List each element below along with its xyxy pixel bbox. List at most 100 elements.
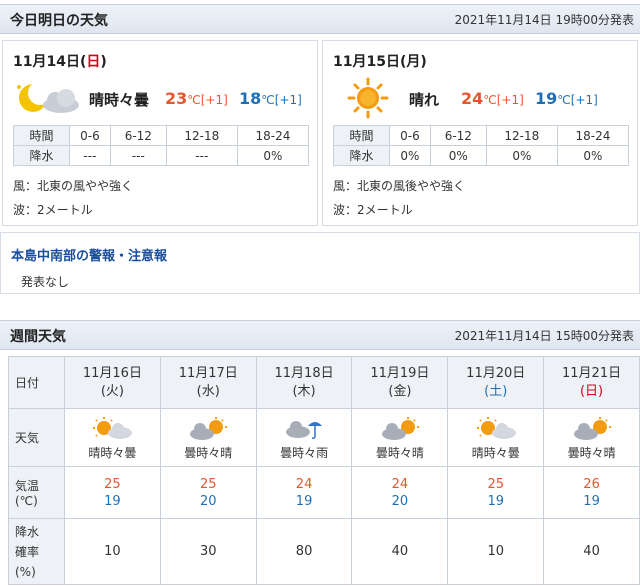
weather-cell: 曇時々晴 [543, 408, 640, 467]
high-temp: 24℃[+1] [461, 89, 524, 108]
day-of-week: (金) [388, 383, 412, 399]
date-row: 日付 11月16日 (火) 11月17日 (水) 11月18日 (木) 11月19日 (… [8, 356, 640, 409]
high-diff: [+1] [496, 93, 524, 107]
weekly-section-header: 週間天気 2021年11月14日 15時00分発表 [0, 320, 640, 350]
rain-probability-table: 時間 0-6 6-12 12-18 18-24 降水 0% 0% 0% 0% [333, 125, 630, 166]
weather-text: 晴時々曇 [88, 446, 137, 460]
low-temp: 19 [487, 493, 504, 509]
temp-unit: ℃ [483, 93, 497, 107]
today-section-header: 今日明日の天気 2021年11月14日 19時00分発表 [0, 4, 640, 34]
rain-value: --- [109, 145, 167, 166]
today-issued-time: 2021年11月14日 19時00分発表 [454, 13, 634, 27]
weather-text: 晴時々曇 [89, 91, 150, 109]
low-diff: [+1] [570, 93, 598, 107]
warning-title-link[interactable]: 本島中南部の警報・注意報 [11, 245, 167, 264]
cloud-sun-icon [190, 417, 228, 440]
rain-value: --- [165, 145, 238, 166]
high-temp: 23℃[+1] [165, 89, 228, 108]
time-slot: 18-24 [236, 125, 310, 146]
day-header: 11月16日 (火) [64, 356, 161, 409]
day-of-week: (木) [292, 383, 316, 399]
weather-text: 曇時々雨 [280, 446, 329, 460]
low-temp: 19 [583, 493, 600, 509]
weather-cell: 晴時々曇 [447, 408, 545, 467]
today-section-title: 今日明日の天気 [10, 13, 108, 29]
day-header: 11月19日 (金) [351, 356, 449, 409]
high-diff: [+1] [200, 93, 228, 107]
weather-text: 晴時々曇 [471, 446, 520, 460]
temp-cell: 25 20 [159, 466, 257, 519]
cloud-sun-icon [381, 417, 419, 440]
sun-cloud-icon [93, 417, 133, 439]
day-of-week: (火) [100, 383, 124, 399]
row-label-rain: 降水 確率 (%) [8, 518, 65, 585]
sun-cloud-icon [476, 417, 516, 439]
day-date: 11月19日 [370, 365, 430, 381]
temp-cell: 24 19 [255, 466, 353, 519]
today-forecast: 11月14日(日) 晴時々曇 23℃[+1] 18℃[+1] 時間 0-6 6-… [0, 40, 640, 226]
time-slot: 12-18 [485, 125, 558, 146]
time-slot: 6-12 [109, 125, 167, 146]
temp-row: 気温 (℃) 25 19 25 20 24 19 24 20 25 19 26 19 [8, 466, 640, 519]
weather-text: 曇時々晴 [567, 446, 616, 460]
day-heading: 11月14日(日) [13, 51, 107, 71]
time-label: 時間 [13, 125, 70, 146]
time-label: 時間 [333, 125, 390, 146]
day-of-week: (水) [196, 383, 220, 399]
rain-label: 降水 [333, 145, 390, 166]
day-of-week: (土) [484, 383, 508, 399]
warning-panel: 本島中南部の警報・注意報 発表なし [0, 232, 640, 294]
rain-cell: 40 [351, 518, 449, 585]
high-value: 24 [461, 89, 484, 108]
temp-cell: 25 19 [447, 466, 545, 519]
low-value: 18 [239, 89, 262, 108]
low-temp: 19 [104, 493, 121, 509]
rain-cell: 40 [543, 518, 640, 585]
weather-row: 天気 晴時々曇 曇時々晴 曇時々雨 曇時々晴 晴時々曇 曇時々晴 [8, 408, 640, 467]
low-diff: [+1] [274, 93, 302, 107]
row-label-date: 日付 [8, 356, 65, 409]
weather-text: 曇時々晴 [184, 446, 233, 460]
temp-cell: 25 19 [64, 466, 161, 519]
day-date: 11月20日 [466, 365, 526, 381]
day-card-today: 11月14日(日) 晴時々曇 23℃[+1] 18℃[+1] 時間 0-6 6-… [2, 40, 318, 226]
row-label-line: (%) [15, 564, 36, 579]
weather-cell: 曇時々晴 [351, 408, 449, 467]
time-slot: 6-12 [429, 125, 487, 146]
rain-cell: 80 [255, 518, 353, 585]
dow-close: ) [100, 54, 107, 70]
rain-value: 0% [236, 145, 310, 166]
dow-close: ) [420, 54, 427, 70]
wave-info: 波：2メートル [13, 203, 93, 217]
rain-label: 降水 [13, 145, 70, 166]
cloud-sun-icon [573, 417, 611, 440]
day-date: 11月14日 [13, 54, 80, 70]
rain-cell: 10 [64, 518, 161, 585]
time-slot: 18-24 [556, 125, 630, 146]
row-label-weather: 天気 [8, 408, 65, 467]
high-temp: 24 [391, 476, 409, 492]
high-temp: 25 [199, 476, 217, 492]
day-header: 11月20日 (土) [447, 356, 545, 409]
high-temp: 25 [487, 476, 504, 492]
rain-cell: 30 [159, 518, 257, 585]
high-temp: 25 [104, 476, 121, 492]
wave-info: 波：2メートル [333, 203, 413, 217]
row-label-line: 確率 [15, 544, 40, 559]
rain-row: 降水 確率 (%) 10 30 80 40 10 40 [8, 518, 640, 585]
temp-unit: ℃ [557, 93, 571, 107]
row-label-temp: 気温 (℃) [8, 466, 65, 519]
temp-cell: 26 19 [543, 466, 640, 519]
weekly-forecast-table: 日付 11月16日 (火) 11月17日 (水) 11月18日 (木) 11月19日 (… [8, 356, 640, 585]
day-header: 11月21日 (日) [543, 356, 640, 409]
day-header: 11月17日 (水) [159, 356, 257, 409]
temp-unit: ℃ [187, 93, 201, 107]
wind-info: 風：北東の風やや強く [13, 179, 134, 193]
rain-value: 0% [485, 145, 558, 166]
rain-probability-table: 時間 0-6 6-12 12-18 18-24 降水 --- --- --- 0… [13, 125, 310, 166]
day-date: 11月17日 [178, 365, 238, 381]
sun-icon [347, 77, 389, 119]
warning-body: 発表なし [21, 275, 70, 289]
day-date: 11月21日 [562, 365, 622, 381]
weather-cell: 曇時々雨 [255, 408, 353, 467]
